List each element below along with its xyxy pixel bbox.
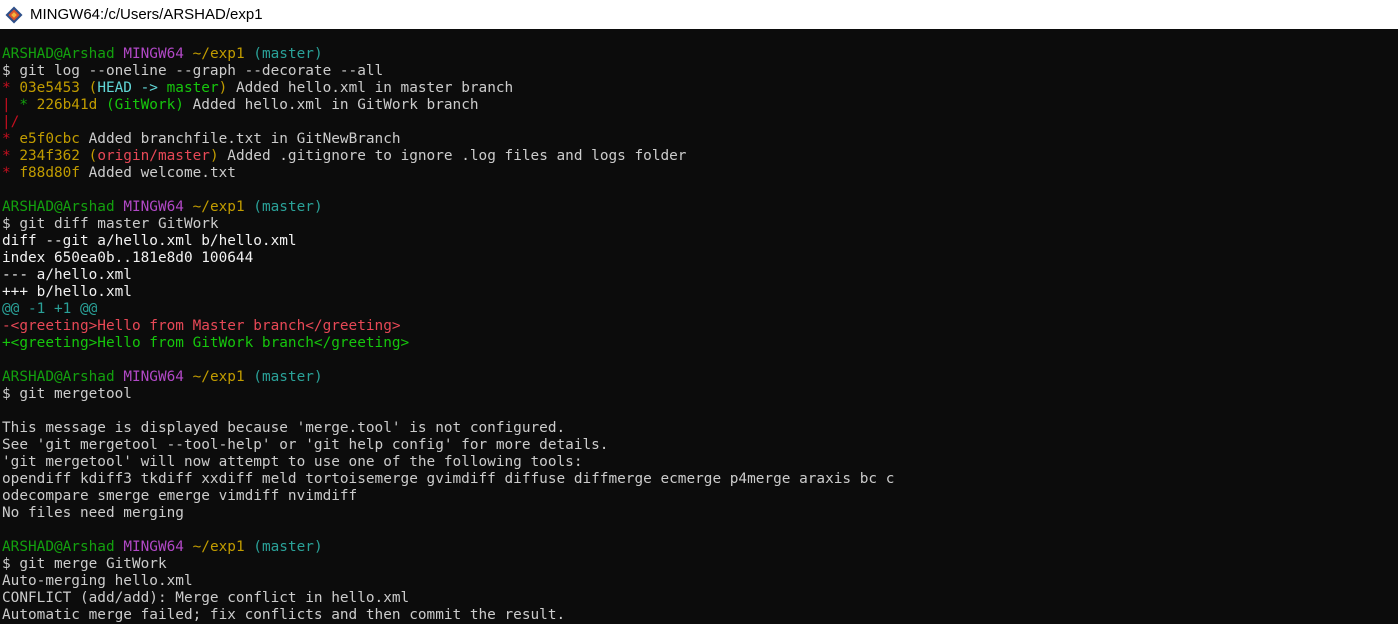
prompt-path: ~/exp1 xyxy=(192,369,245,385)
prompt-branch: (master) xyxy=(253,369,323,385)
prompt-branch: (master) xyxy=(253,46,323,62)
graph-star: * xyxy=(2,131,20,147)
title-bar: MINGW64:/c/Users/ARSHAD/exp1 xyxy=(0,0,1398,29)
log-line: * 234f362 (origin/master) Added .gitigno… xyxy=(2,148,1398,165)
prompt-user-host: ARSHAD@Arshad xyxy=(2,199,115,215)
diff-removed-line: -<greeting>Hello from Master branch</gre… xyxy=(2,318,401,334)
log-line: * 03e5453 (HEAD -> master) Added hello.x… xyxy=(2,80,1398,97)
commit-message: Added branchfile.txt in GitNewBranch xyxy=(79,131,401,147)
log-line: |/ xyxy=(2,114,1398,131)
output-line: 'git mergetool' will now attempt to use … xyxy=(2,454,583,470)
ref-paren: ) xyxy=(209,148,219,164)
graph-star: * xyxy=(2,165,20,181)
diff-header: diff --git a/hello.xml b/hello.xml xyxy=(2,233,297,249)
output-line: Automatic merge failed; fix conflicts an… xyxy=(2,607,566,623)
prompt-branch: (master) xyxy=(253,539,323,555)
prompt-shell: MINGW64 xyxy=(123,46,184,62)
output-line: No files need merging xyxy=(2,505,184,521)
diff-hunk: @@ -1 +1 @@ xyxy=(2,301,98,317)
commit-message: Added welcome.txt xyxy=(79,165,236,181)
prompt-branch: (master) xyxy=(253,199,323,215)
graph-merge: |/ xyxy=(2,114,20,130)
commit-hash: 03e5453 xyxy=(19,80,80,96)
terminal-output[interactable]: ARSHAD@Arshad MINGW64 ~/exp1 (master) $ … xyxy=(0,29,1398,624)
prompt-path: ~/exp1 xyxy=(192,46,245,62)
graph-star: * xyxy=(19,97,37,113)
log-line: * f88d80f Added welcome.txt xyxy=(2,165,1398,182)
head-ref: HEAD -> xyxy=(97,80,167,96)
prompt-line: ARSHAD@Arshad MINGW64 ~/exp1 (master) xyxy=(2,369,1398,386)
diff-plus-file: +++ b/hello.xml xyxy=(2,284,132,300)
prompt-path: ~/exp1 xyxy=(192,199,245,215)
branch-ref: master xyxy=(166,80,219,96)
prompt-shell: MINGW64 xyxy=(123,539,184,555)
graph-bar: | xyxy=(2,97,20,113)
prompt-user-host: ARSHAD@Arshad xyxy=(2,46,115,62)
log-line: | * 226b41d (GitWork) Added hello.xml in… xyxy=(2,97,1398,114)
commit-hash: 226b41d xyxy=(36,97,98,113)
output-line: See 'git mergetool --tool-help' or 'git … xyxy=(2,437,609,453)
output-line: CONFLICT (add/add): Merge conflict in he… xyxy=(2,590,410,606)
command-line: $ git merge GitWork xyxy=(2,556,167,572)
prompt-line: ARSHAD@Arshad MINGW64 ~/exp1 (master) xyxy=(2,199,1398,216)
prompt-line: ARSHAD@Arshad MINGW64 ~/exp1 (master) xyxy=(2,539,1398,556)
graph-star: * xyxy=(2,148,20,164)
output-line: This message is displayed because 'merge… xyxy=(2,420,566,436)
graph-star: * xyxy=(2,80,20,96)
command-line: $ git diff master GitWork xyxy=(2,216,219,232)
commit-message: Added .gitignore to ignore .log files an… xyxy=(218,148,687,164)
diff-minus-file: --- a/hello.xml xyxy=(2,267,132,283)
ref-paren: ) xyxy=(218,80,228,96)
branch-ref: (GitWork) xyxy=(97,97,184,113)
output-line: Auto-merging hello.xml xyxy=(2,573,193,589)
diff-index: index 650ea0b..181e8d0 100644 xyxy=(2,250,254,266)
diff-added-line: +<greeting>Hello from GitWork branch</gr… xyxy=(2,335,410,351)
prompt-user-host: ARSHAD@Arshad xyxy=(2,539,115,555)
commit-message: Added hello.xml in master branch xyxy=(227,80,514,96)
prompt-path: ~/exp1 xyxy=(192,539,245,555)
window-title: MINGW64:/c/Users/ARSHAD/exp1 xyxy=(30,6,263,23)
git-bash-icon xyxy=(4,5,24,25)
prompt-shell: MINGW64 xyxy=(123,369,184,385)
output-line: opendiff kdiff3 tkdiff xxdiff meld torto… xyxy=(2,471,895,487)
log-line: * e5f0cbc Added branchfile.txt in GitNew… xyxy=(2,131,1398,148)
command-line: $ git log --oneline --graph --decorate -… xyxy=(2,63,384,79)
commit-hash: e5f0cbc xyxy=(19,131,80,147)
ref-paren: ( xyxy=(79,80,98,96)
ref-paren: ( xyxy=(79,148,98,164)
remote-ref: origin/master xyxy=(97,148,210,164)
commit-hash: 234f362 xyxy=(19,148,80,164)
commit-hash: f88d80f xyxy=(19,165,80,181)
command-line: $ git mergetool xyxy=(2,386,132,402)
prompt-shell: MINGW64 xyxy=(123,199,184,215)
commit-message: Added hello.xml in GitWork branch xyxy=(183,97,479,113)
prompt-line: ARSHAD@Arshad MINGW64 ~/exp1 (master) xyxy=(2,46,1398,63)
prompt-user-host: ARSHAD@Arshad xyxy=(2,369,115,385)
output-line: odecompare smerge emerge vimdiff nvimdif… xyxy=(2,488,358,504)
